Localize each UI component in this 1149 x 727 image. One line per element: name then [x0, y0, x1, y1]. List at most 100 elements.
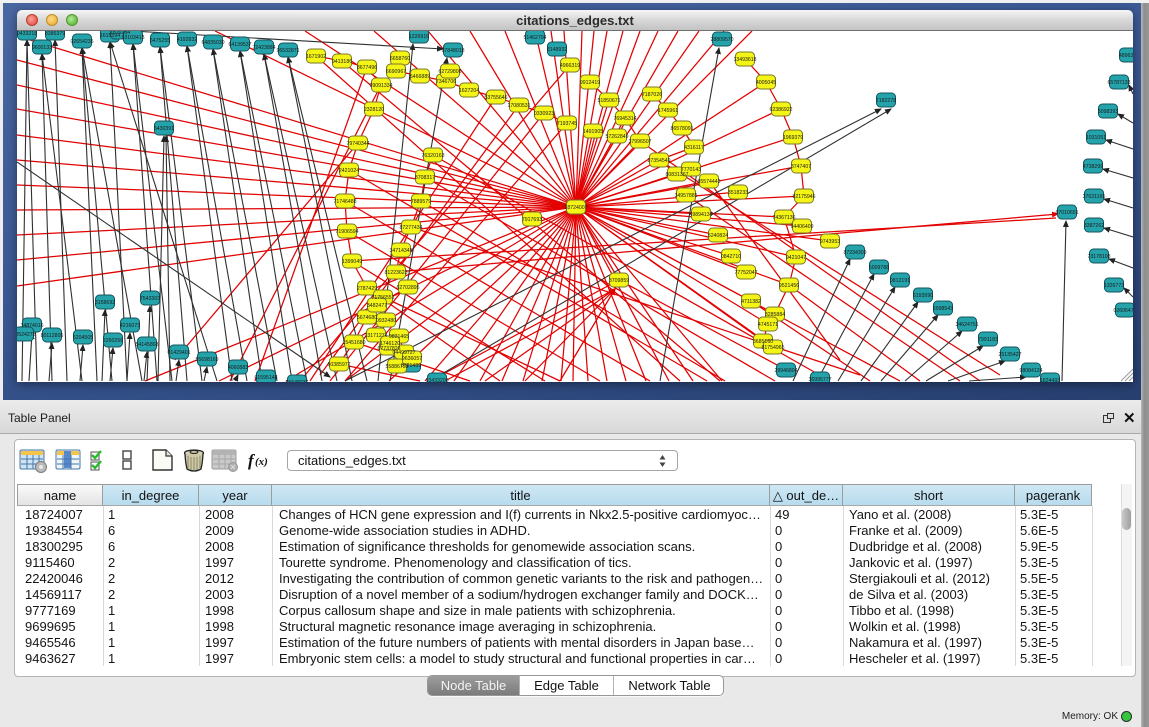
svg-text:9521456: 9521456 — [779, 283, 799, 289]
svg-text:0433218: 0433218 — [17, 31, 37, 37]
svg-text:4738299: 4738299 — [1083, 164, 1103, 170]
svg-text:97848018: 97848018 — [441, 48, 464, 54]
svg-text:7917693: 7917693 — [522, 217, 542, 223]
svg-text:9600133: 9600133 — [32, 45, 52, 51]
svg-text:9636057: 9636057 — [402, 356, 422, 362]
svg-text:1031051: 1031051 — [1086, 135, 1106, 141]
svg-text:96532871: 96532871 — [276, 48, 299, 54]
svg-text:1326773: 1326773 — [1104, 283, 1124, 289]
svg-text:29946804: 29946804 — [774, 368, 797, 374]
svg-text:13171274: 13171274 — [364, 333, 387, 339]
svg-text:34624751: 34624751 — [955, 322, 978, 328]
svg-text:5674680: 5674680 — [357, 315, 377, 321]
svg-text:2421024: 2421024 — [339, 168, 359, 174]
svg-text:9912419: 9912419 — [580, 80, 600, 86]
svg-text:1399049: 1399049 — [342, 259, 362, 265]
svg-text:37631165: 37631165 — [1083, 194, 1106, 200]
svg-text:94406409: 94406409 — [790, 224, 813, 230]
svg-text:4216073: 4216073 — [120, 323, 140, 329]
svg-text:49894134: 49894134 — [689, 212, 712, 218]
svg-text:4966319: 4966319 — [560, 63, 580, 69]
svg-text:99091334: 99091334 — [369, 83, 392, 89]
svg-text:76320163: 76320163 — [421, 153, 444, 159]
svg-text:01429401: 01429401 — [167, 350, 190, 356]
svg-text:37996507: 37996507 — [628, 139, 651, 145]
svg-text:3285884: 3285884 — [765, 312, 785, 318]
svg-text:4896383: 4896383 — [1119, 53, 1133, 59]
svg-text:9821465: 9821465 — [389, 334, 409, 340]
svg-text:85574443: 85574443 — [697, 179, 720, 185]
svg-text:71906594: 71906594 — [335, 229, 358, 235]
svg-text:7889579: 7889579 — [411, 199, 431, 205]
svg-text:3709859: 3709859 — [609, 278, 629, 284]
svg-text:81754965: 81754965 — [761, 345, 784, 351]
svg-text:54145868: 54145868 — [135, 342, 158, 348]
svg-text:15451680: 15451680 — [342, 340, 365, 346]
svg-text:34714345: 34714345 — [389, 248, 412, 254]
svg-text:4192832: 4192832 — [177, 37, 197, 43]
svg-text:5466889: 5466889 — [410, 74, 430, 80]
svg-text:0330923: 0330923 — [534, 111, 554, 117]
svg-text:02606474: 02606474 — [1113, 308, 1133, 314]
svg-text:1671902: 1671902 — [306, 54, 326, 60]
svg-text:4060883: 4060883 — [228, 365, 248, 371]
svg-text:34957885: 34957885 — [674, 193, 697, 199]
svg-text:4316117: 4316117 — [684, 145, 704, 151]
svg-text:00524278: 00524278 — [17, 332, 36, 338]
svg-text:4711382: 4711382 — [741, 299, 761, 305]
svg-text:93103413: 93103413 — [121, 35, 144, 41]
svg-text:72423884: 72423884 — [252, 45, 275, 51]
svg-text:4745171: 4745171 — [758, 322, 778, 328]
svg-text:3158692: 3158692 — [95, 300, 115, 306]
svg-text:0932480: 0932480 — [376, 318, 396, 324]
svg-text:6690967: 6690967 — [386, 69, 406, 75]
svg-text:6193990: 6193990 — [913, 293, 933, 299]
svg-text:51462704: 51462704 — [523, 35, 546, 41]
svg-text:77752047: 77752047 — [734, 270, 757, 276]
svg-text:8386379: 8386379 — [45, 31, 65, 37]
svg-text:60385977: 60385977 — [327, 362, 350, 368]
svg-text:8148932: 8148932 — [547, 47, 567, 53]
svg-text:71746488: 71746488 — [333, 199, 356, 205]
svg-text:62386922: 62386922 — [769, 107, 792, 113]
svg-text:71756551: 71756551 — [371, 295, 394, 301]
svg-text:1746120: 1746120 — [380, 341, 400, 347]
svg-text:28809570: 28809570 — [710, 37, 733, 43]
svg-text:2260256: 2260256 — [103, 338, 123, 344]
svg-text:81223623: 81223623 — [384, 270, 407, 276]
svg-text:2328120: 2328120 — [364, 107, 384, 113]
svg-text:62729806: 62729806 — [438, 69, 461, 75]
svg-text:17080531: 17080531 — [507, 103, 530, 109]
svg-text:86578091: 86578091 — [670, 126, 693, 132]
svg-text:1824493: 1824493 — [1040, 378, 1060, 382]
svg-text:13493618: 13493618 — [733, 57, 756, 63]
svg-text:53755646: 53755646 — [484, 95, 507, 101]
svg-text:5098393: 5098393 — [1098, 109, 1118, 115]
svg-text:13433200: 13433200 — [425, 378, 448, 382]
svg-text:82175946: 82175946 — [792, 194, 815, 200]
svg-text:8677496: 8677496 — [357, 65, 377, 71]
svg-text:6475255: 6475255 — [150, 38, 170, 44]
svg-text:55698169: 55698169 — [195, 357, 218, 363]
svg-text:1969379: 1969379 — [783, 135, 803, 141]
svg-text:79740344: 79740344 — [346, 141, 369, 147]
svg-text:7187026: 7187026 — [642, 92, 662, 98]
svg-text:9413186: 9413186 — [332, 59, 352, 65]
svg-text:6998543: 6998543 — [933, 306, 953, 312]
svg-text:7193745: 7193745 — [557, 121, 577, 127]
svg-text:64139537: 64139537 — [228, 42, 251, 48]
svg-text:51850671: 51850671 — [597, 98, 620, 104]
svg-text:5009788: 5009788 — [869, 265, 889, 271]
svg-text:36995777: 36995777 — [808, 377, 831, 382]
svg-text:6204505: 6204505 — [73, 335, 93, 341]
svg-text:74367136: 74367136 — [772, 215, 795, 221]
svg-text:65648236: 65648236 — [285, 380, 308, 382]
svg-text:7543303: 7543303 — [140, 296, 160, 302]
svg-text:5240824: 5240824 — [708, 233, 728, 239]
svg-text:25135427: 25135427 — [998, 352, 1021, 358]
svg-text:18724007: 18724007 — [564, 205, 587, 211]
svg-text:1627204: 1627204 — [459, 88, 479, 94]
svg-text:1226916: 1226916 — [409, 34, 429, 40]
svg-text:5430391: 5430391 — [154, 126, 174, 132]
svg-text:2787429: 2787429 — [357, 286, 377, 292]
